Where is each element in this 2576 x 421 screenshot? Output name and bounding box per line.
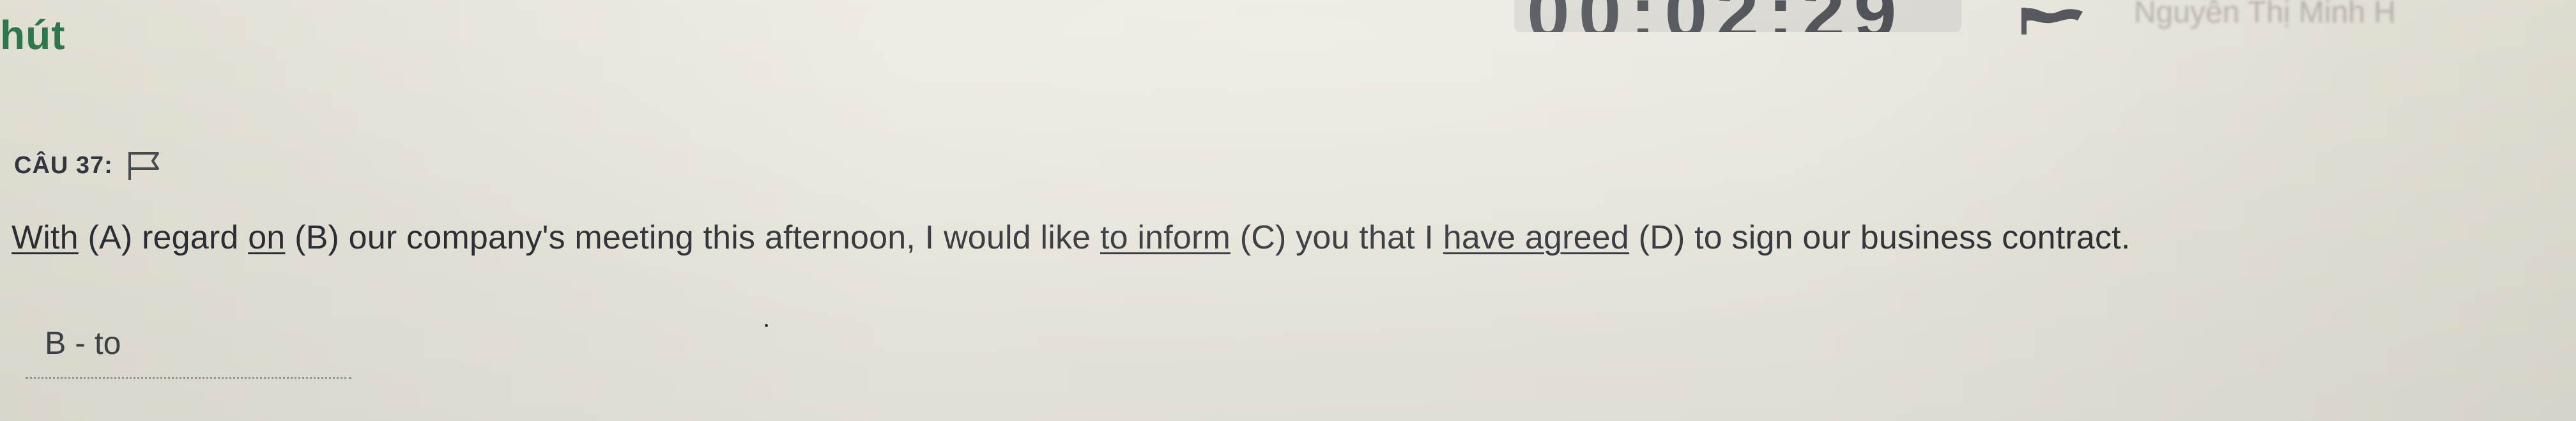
exam-screen: hút 00:02:29 Nguyễn Thị Minh H CÂU 37: W… [0, 0, 2576, 421]
question-number: CÂU 37: [14, 151, 113, 179]
question-text-segment: (D) to sign our business contract. [1629, 219, 2131, 256]
flag-outline-icon[interactable] [126, 149, 163, 181]
option-b-underlined: on [248, 219, 286, 256]
answer-input[interactable]: B - to [26, 313, 351, 379]
flag-icon[interactable] [2019, 4, 2089, 36]
question-header: CÂU 37: [14, 149, 163, 181]
answer-value: B - to [45, 325, 121, 361]
header-time-unit-label: hút [0, 12, 66, 58]
mouse-cursor [765, 324, 768, 327]
option-a-underlined: With [12, 219, 79, 256]
question-text: With (A) regard on (B) our company's mee… [12, 218, 2130, 257]
question-text-segment: (A) regard [78, 219, 249, 256]
countdown-timer: 00:02:29 [1514, 0, 1961, 32]
question-text-segment: (C) you that I [1230, 219, 1443, 256]
option-c-underlined: to inform [1100, 219, 1231, 256]
option-d-underlined: have agreed [1443, 219, 1630, 256]
question-text-segment: (B) our company's meeting this afternoon… [285, 219, 1100, 256]
user-name: Nguyễn Thị Minh H [2134, 0, 2396, 29]
